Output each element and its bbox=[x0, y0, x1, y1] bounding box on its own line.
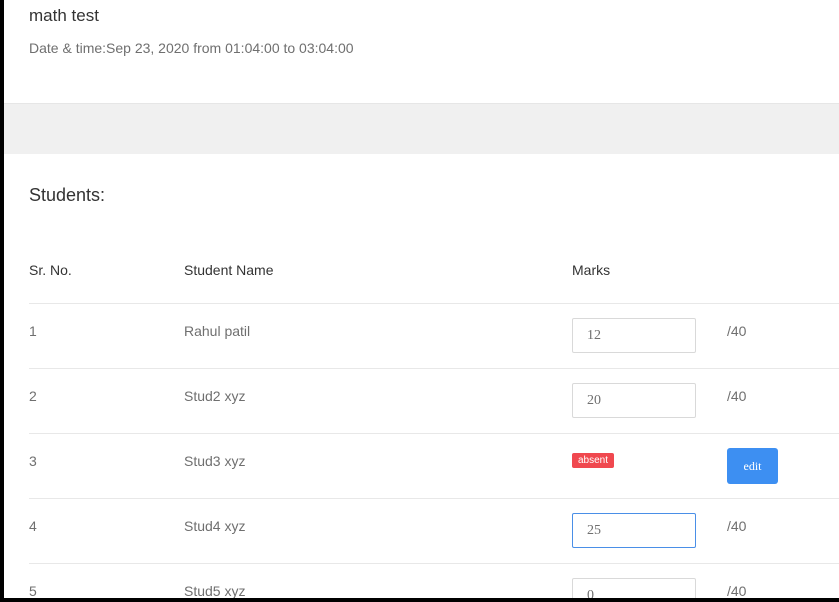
row-total-marks: /40 bbox=[727, 518, 747, 534]
row-student-name: Stud2 xyz bbox=[184, 388, 246, 404]
table-row: 2 Stud2 xyz /40 bbox=[29, 368, 839, 434]
section-divider bbox=[4, 103, 839, 154]
column-header-marks: Marks bbox=[572, 262, 611, 278]
marks-input[interactable] bbox=[572, 578, 696, 598]
row-srno: 1 bbox=[29, 323, 37, 339]
marks-input[interactable] bbox=[572, 383, 696, 418]
row-student-name: Rahul patil bbox=[184, 323, 251, 339]
row-srno: 3 bbox=[29, 453, 37, 469]
test-datetime: Date & time:Sep 23, 2020 from 01:04:00 t… bbox=[29, 40, 354, 56]
table-row: 5 Stud5 xyz /40 bbox=[29, 563, 839, 598]
students-heading: Students: bbox=[29, 185, 106, 205]
row-srno: 2 bbox=[29, 388, 37, 404]
row-total-marks: /40 bbox=[727, 388, 747, 404]
row-srno: 4 bbox=[29, 518, 37, 534]
marks-input[interactable] bbox=[572, 318, 696, 353]
table-row: 1 Rahul patil /40 bbox=[29, 303, 839, 369]
column-header-name: Student Name bbox=[184, 262, 274, 278]
page-frame: math test Date & time:Sep 23, 2020 from … bbox=[4, 0, 839, 598]
row-srno: 5 bbox=[29, 583, 37, 598]
edit-button[interactable]: edit bbox=[727, 448, 778, 484]
row-total-marks: /40 bbox=[727, 583, 747, 598]
absent-badge: absent bbox=[572, 453, 615, 468]
table-row: 4 Stud4 xyz /40 bbox=[29, 498, 839, 564]
row-student-name: Stud5 xyz bbox=[184, 583, 246, 598]
marks-input[interactable] bbox=[572, 513, 696, 548]
row-student-name: Stud3 xyz bbox=[184, 453, 246, 469]
table-row: 3 Stud3 xyz absent edit bbox=[29, 433, 839, 499]
row-student-name: Stud4 xyz bbox=[184, 518, 246, 534]
column-header-srno: Sr. No. bbox=[29, 262, 72, 278]
row-total-marks: /40 bbox=[727, 323, 747, 339]
test-title: math test bbox=[29, 6, 99, 25]
